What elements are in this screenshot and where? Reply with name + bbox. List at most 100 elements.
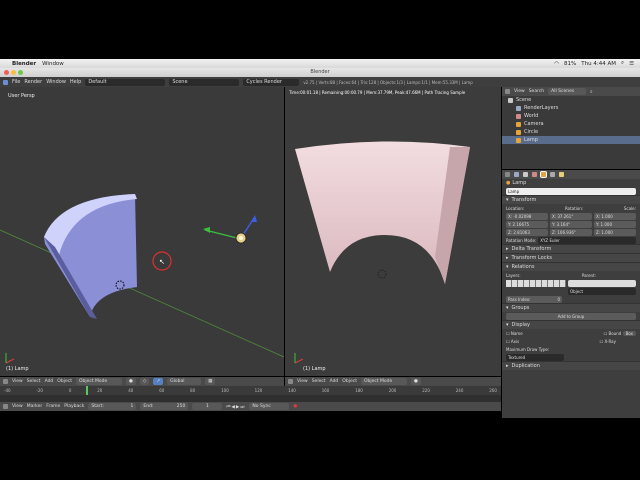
outliner-view-menu[interactable]: View (514, 89, 525, 94)
axis-checkbox[interactable]: ☐ Axis (506, 339, 519, 344)
outliner-item[interactable]: Circle (502, 128, 640, 136)
scene-tab-icon[interactable] (523, 172, 528, 177)
add-menu[interactable]: Add (45, 379, 54, 384)
battery-level[interactable]: 81% (564, 61, 576, 67)
layers-selector[interactable]: ▦ (205, 378, 216, 385)
parent-field[interactable] (568, 279, 636, 287)
start-frame-field[interactable]: Start: 1 (88, 403, 137, 410)
rendered-viewport[interactable]: Time:00:01.18 | Remaining:00:00.79 | Mem… (285, 87, 501, 376)
name-checkbox[interactable]: ☐ Name (506, 331, 523, 336)
object-menu[interactable]: Object (57, 379, 72, 384)
search-icon[interactable]: ⌕ (621, 60, 624, 67)
timeline[interactable]: -40 -20 0 20 40 60 80 100 120 140 160 18… (0, 386, 501, 411)
section-transform-locks[interactable]: ▸ Transform Locks (502, 253, 640, 262)
render-engine-selector[interactable]: Cycles Render (243, 78, 300, 86)
timeline-view-menu[interactable]: View (12, 404, 23, 409)
minimize-window-icon[interactable] (11, 70, 16, 75)
select-menu[interactable]: Select (27, 379, 41, 384)
layer-buttons[interactable] (506, 279, 566, 287)
current-frame-line[interactable] (86, 386, 88, 395)
outliner-search-icon[interactable]: ⌕ (590, 89, 593, 95)
end-frame-field[interactable]: End: 250 (140, 403, 189, 410)
wifi-icon[interactable]: ◠ (554, 61, 559, 67)
location-x[interactable]: X: -0.02098 (506, 212, 548, 220)
menu-help[interactable]: Help (70, 79, 81, 85)
render-view-menu[interactable]: View (297, 379, 308, 384)
render-add-menu[interactable]: Add (330, 379, 339, 384)
properties-editor[interactable]: ● Lamp Lamp ▾ Transform Location: Rotatio… (502, 170, 640, 418)
location-y[interactable]: Y: 2.16675 (506, 220, 548, 228)
outliner-item[interactable]: RenderLayers (502, 104, 640, 112)
mac-app-menu[interactable]: Blender (12, 61, 36, 67)
render-mode-selector[interactable]: Object Mode (360, 378, 407, 385)
render-shading-selector[interactable]: ● (410, 378, 421, 385)
menu-file[interactable]: File (12, 79, 20, 85)
section-groups[interactable]: ▾ Groups (502, 303, 640, 312)
rotation-y[interactable]: Y: 3.164° (550, 220, 592, 228)
timeline-ruler[interactable]: -40 -20 0 20 40 60 80 100 120 140 160 18… (0, 386, 501, 395)
outliner-item[interactable]: Camera (502, 120, 640, 128)
outliner-item[interactable]: Lamp (502, 136, 640, 144)
pass-index-field[interactable]: Pass Index: 0 (506, 295, 562, 303)
render-editor-type-icon[interactable] (288, 379, 293, 384)
add-to-group-button[interactable]: Add to Group (506, 312, 636, 320)
zoom-window-icon[interactable] (18, 70, 23, 75)
layout-selector[interactable]: Default (85, 78, 166, 86)
info-editor-icon[interactable] (3, 79, 8, 85)
outliner-item[interactable]: Scene (502, 96, 640, 104)
outliner-filter[interactable]: All Scenes (548, 88, 587, 95)
render-object-menu[interactable]: Object (342, 379, 357, 384)
manipulator-toggle[interactable]: ↗ (153, 378, 164, 385)
shading-selector[interactable]: ● (125, 378, 136, 385)
outliner-item[interactable]: World (502, 112, 640, 120)
playback-controls[interactable]: ⏮◀▶⏭ (226, 404, 245, 410)
close-window-icon[interactable] (4, 70, 9, 75)
scene-selector[interactable]: Scene (169, 78, 240, 86)
3d-viewport[interactable]: User Persp ↖ (1) Lamp (0, 87, 284, 376)
scale-x[interactable]: X: 1.000 (594, 212, 636, 220)
bound-type-selector[interactable]: Box (622, 330, 636, 336)
parent-type-selector[interactable]: Object (568, 287, 636, 295)
rotation-z[interactable]: Z: 106.936° (550, 228, 592, 236)
outliner-editor-icon[interactable] (505, 89, 510, 94)
timeline-editor-icon[interactable] (3, 404, 8, 409)
menu-list-icon[interactable]: ☰ (629, 61, 634, 67)
orientation-selector[interactable]: Global (167, 378, 202, 385)
outliner-search-menu[interactable]: Search (529, 89, 544, 94)
menu-render[interactable]: Render (24, 79, 42, 85)
pivot-selector[interactable]: ◇ (139, 378, 150, 385)
section-relations[interactable]: ▾ Relations (502, 262, 640, 271)
section-display[interactable]: ▾ Display (502, 320, 640, 329)
rotation-x[interactable]: X: 37.261° (550, 212, 592, 220)
lamp-object[interactable] (203, 215, 257, 244)
bound-checkbox[interactable]: ☐ Bound Box (604, 330, 636, 337)
object-tab-icon[interactable] (540, 171, 547, 178)
max-draw-selector[interactable]: Textured (506, 353, 564, 361)
world-tab-icon[interactable] (532, 172, 537, 177)
current-frame-field[interactable]: 1 (192, 403, 223, 410)
clock[interactable]: Thu 4:44 AM (581, 61, 616, 67)
section-duplication[interactable]: ▸ Duplication (502, 361, 640, 370)
layers-tab-icon[interactable] (514, 172, 519, 177)
view-menu[interactable]: View (12, 379, 23, 384)
xray-checkbox[interactable]: ☐ X-Ray (600, 339, 616, 344)
timeline-playback-menu[interactable]: Playback (64, 404, 84, 409)
menu-window[interactable]: Window (46, 79, 66, 85)
record-icon[interactable]: ● (293, 404, 297, 409)
section-delta-transform[interactable]: ▸ Delta Transform (502, 244, 640, 253)
editor-type-icon[interactable] (3, 379, 8, 384)
render-tab-icon[interactable] (505, 172, 510, 177)
mode-selector[interactable]: Object Mode (75, 378, 122, 385)
section-transform[interactable]: ▾ Transform (502, 195, 640, 204)
rotation-mode-selector[interactable]: XYZ Euler (538, 236, 636, 244)
lamp-data-tab-icon[interactable] (559, 172, 564, 177)
render-select-menu[interactable]: Select (312, 379, 326, 384)
location-z[interactable]: Z: 2.81063 (506, 228, 548, 236)
timeline-marker-menu[interactable]: Marker (27, 404, 43, 409)
timeline-frame-menu[interactable]: Frame (46, 404, 60, 409)
constraints-tab-icon[interactable] (550, 172, 555, 177)
mac-window-menu[interactable]: Window (42, 61, 64, 67)
outliner[interactable]: View Search All Scenes ⌕ Scene RenderLaye… (502, 87, 640, 169)
sync-selector[interactable]: No Sync (249, 403, 290, 410)
object-name-field[interactable]: Lamp (506, 187, 636, 195)
